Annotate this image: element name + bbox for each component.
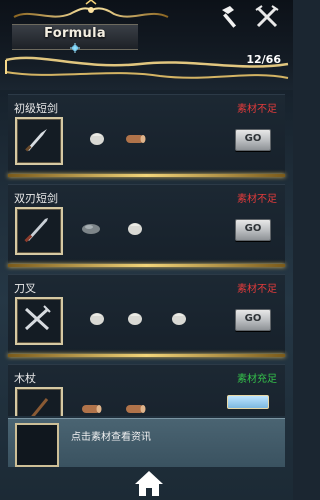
recipe-row[interactable]: 双刃短剑 素材不足 GO [8, 184, 285, 263]
recipe-row[interactable]: 木杖 素材充足 [8, 364, 285, 416]
recipe-name: 刀叉 [14, 282, 36, 295]
item-slot[interactable] [15, 387, 63, 416]
wooden-staff-icon [31, 398, 49, 416]
recipe-list[interactable]: 初级短剑 素材不足 GO 双刃短剑 素材不足 GO 刀叉 素材不足 GO 木杖 … [0, 94, 293, 416]
wood-log-icon[interactable] [80, 399, 102, 416]
go-button[interactable]: GO [235, 129, 271, 151]
go-button[interactable]: GO [235, 219, 271, 241]
go-button-label: GO [244, 133, 262, 144]
gold-divider [8, 354, 285, 357]
craft-button[interactable] [227, 395, 269, 409]
stone-icon[interactable] [80, 219, 102, 237]
item-slot[interactable] [15, 117, 63, 165]
material-info-panel: 点击素材查看资讯 [8, 418, 285, 467]
header: Formula 12/66 [0, 0, 293, 90]
wood-log-icon[interactable] [124, 399, 146, 416]
recipe-row[interactable]: 刀叉 素材不足 GO [8, 274, 285, 353]
material-status: 素材不足 [237, 194, 277, 205]
cloth-bundle-icon[interactable] [86, 129, 108, 147]
selected-material-slot[interactable] [15, 423, 59, 467]
gold-ornament-frame [5, 0, 289, 79]
cloth-bundle-icon[interactable] [168, 309, 190, 327]
wood-log-icon[interactable] [124, 129, 146, 147]
short-dagger-icon [25, 129, 47, 152]
formula-screen: Formula 12/66 初级短剑 素材不足 GO 双刃短剑 素材不足 GO … [0, 0, 293, 500]
knife-fork-icon [24, 305, 51, 331]
recipe-name: 初级短剑 [14, 102, 58, 115]
crossed-tools-icon[interactable] [254, 4, 280, 30]
cloth-bundle-icon[interactable] [124, 219, 146, 237]
go-button[interactable]: GO [235, 309, 271, 331]
hammer-icon[interactable] [216, 4, 242, 30]
recipe-count: 12/66 [246, 53, 281, 66]
material-status: 素材充足 [237, 374, 277, 385]
recipe-name: 木杖 [14, 372, 36, 385]
page-title: Formula [44, 26, 106, 41]
item-slot[interactable] [15, 297, 63, 345]
go-button-label: GO [244, 223, 262, 234]
cloth-bundle-icon[interactable] [124, 309, 146, 327]
gold-divider [8, 264, 285, 267]
double-blade-dagger-icon [24, 218, 48, 243]
gold-divider [8, 174, 285, 177]
home-icon[interactable] [133, 468, 165, 498]
info-hint: 点击素材查看资讯 [71, 432, 151, 443]
material-status: 素材不足 [237, 104, 277, 115]
item-slot[interactable] [15, 207, 63, 255]
recipe-name: 双刃短剑 [14, 192, 58, 205]
go-button-label: GO [244, 313, 262, 324]
cloth-bundle-icon[interactable] [86, 309, 108, 327]
recipe-row[interactable]: 初级短剑 素材不足 GO [8, 94, 285, 173]
material-status: 素材不足 [237, 284, 277, 295]
